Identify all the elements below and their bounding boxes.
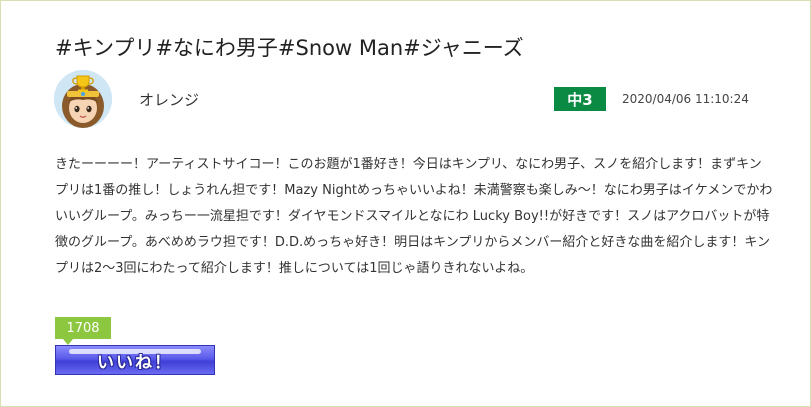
like-button[interactable]: いいね！ [55, 345, 215, 375]
post-title: #キンプリ#なにわ男子#Snow Man#ジャニーズ [55, 36, 524, 60]
avatar[interactable] [54, 70, 112, 128]
post-timestamp: 2020/04/06 11:10:24 [622, 92, 749, 106]
like-button-label: いいね！ [97, 352, 173, 373]
grade-badge: 中3 [554, 87, 606, 111]
post-card: #キンプリ#なにわ男子#Snow Man#ジャニーズ オレンジ 中3 2020/… [0, 0, 811, 407]
author-name[interactable]: オレンジ [139, 89, 199, 110]
like-count: 1708 [55, 317, 111, 345]
post-body: きたーーーー！アーティストサイコー！このお題が1番好き！今日はキンプリ、なにわ男… [55, 157, 773, 276]
avatar-character-icon [54, 70, 112, 128]
